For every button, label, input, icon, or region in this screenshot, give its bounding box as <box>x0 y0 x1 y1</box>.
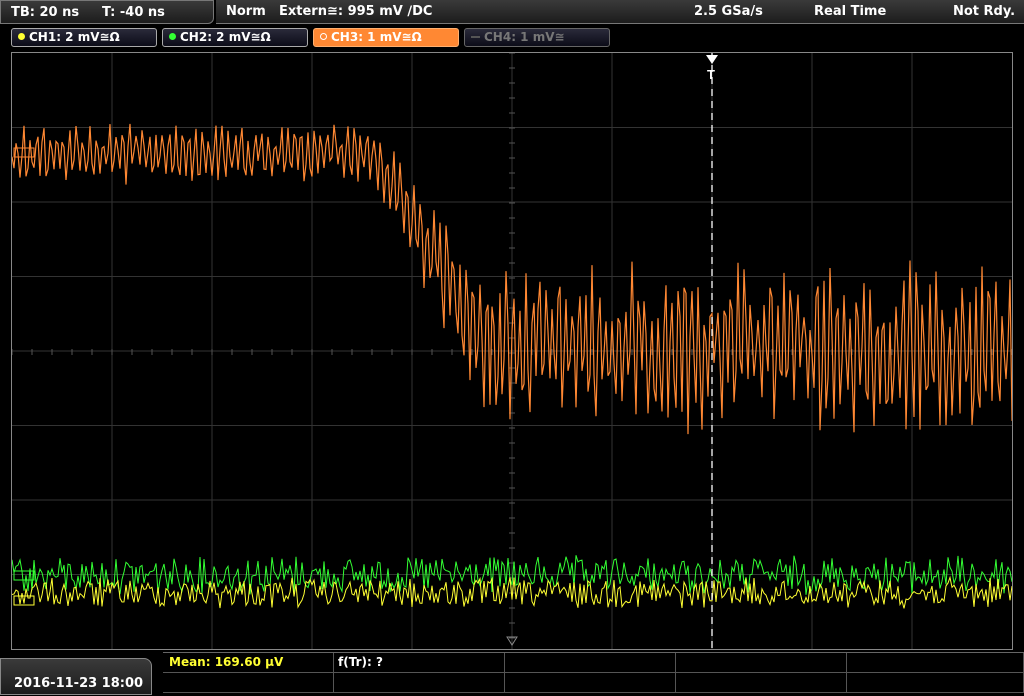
acquisition-mode-label: Real Time <box>814 4 887 19</box>
measurement-panel[interactable]: Mean: 169.60 µV f(Tr): ? <box>163 652 1024 696</box>
measurement-cell-9[interactable] <box>676 673 847 693</box>
channel-3-button[interactable]: CH3: 1 mV≅Ω <box>313 28 459 47</box>
measurement-cell-7[interactable] <box>334 673 505 693</box>
measurement-cell-mean[interactable]: Mean: 169.60 µV <box>163 653 334 673</box>
mean-measurement: Mean: 169.60 µV <box>169 655 284 669</box>
timebase-label: TB: 20 ns <box>11 5 80 20</box>
channel-3-label: CH3: 1 mV≅Ω <box>331 30 422 44</box>
measurement-cell-5[interactable] <box>847 653 1024 673</box>
measurement-cell-10[interactable] <box>847 673 1024 693</box>
trigger-time-label: T: -40 ns <box>102 5 165 20</box>
measurement-cell-rise[interactable]: f(Tr): ? <box>334 653 505 673</box>
measurement-cell-4[interactable] <box>676 653 847 673</box>
trigger-mode-label: Norm <box>226 4 266 19</box>
measurement-cell-3[interactable] <box>505 653 676 673</box>
channel-1-dot-icon <box>18 33 25 40</box>
run-status-label: Not Rdy. <box>953 4 1016 19</box>
timebase-box[interactable]: TB: 20 ns T: -40 ns <box>0 0 214 24</box>
trigger-marker-icon[interactable] <box>706 55 718 64</box>
trigger-source-label: Extern≅: 995 mV ∕DC <box>279 4 433 19</box>
top-status-bar: TB: 20 ns T: -40 ns Norm Extern≅: 995 mV… <box>0 0 1024 26</box>
channel-3-dot-icon <box>320 33 327 40</box>
measurement-cell-8[interactable] <box>505 673 676 693</box>
acquisition-status-bar[interactable]: Norm Extern≅: 995 mV ∕DC 2.5 GSa/s Real … <box>216 0 1024 24</box>
datetime-box: 2016-11-23 18:00 <box>0 658 152 695</box>
trigger-t-icon: T <box>707 67 715 82</box>
rise-time-measurement: f(Tr): ? <box>338 655 383 669</box>
bottom-bar: 2016-11-23 18:00 Mean: 169.60 µV f(Tr): … <box>0 652 1024 695</box>
waveform-display[interactable]: T <box>11 52 1013 650</box>
waveform-svg[interactable]: T <box>12 53 1012 649</box>
datetime-label: 2016-11-23 18:00 <box>14 676 144 691</box>
channel-2-button[interactable]: CH2: 2 mV≅Ω <box>162 28 308 47</box>
channel-1-label: CH1: 2 mV≅Ω <box>29 30 120 44</box>
channel-1-button[interactable]: CH1: 2 mV≅Ω <box>11 28 157 47</box>
channel-4-button[interactable]: CH4: 1 mV≅ <box>464 28 610 47</box>
channel-4-dash-icon <box>471 36 480 38</box>
measurement-cell-6[interactable] <box>163 673 334 693</box>
sample-rate-label: 2.5 GSa/s <box>694 4 763 19</box>
channel-2-dot-icon <box>169 33 176 40</box>
channel-4-label: CH4: 1 mV≅ <box>484 30 565 44</box>
channel-2-label: CH2: 2 mV≅Ω <box>180 30 271 44</box>
